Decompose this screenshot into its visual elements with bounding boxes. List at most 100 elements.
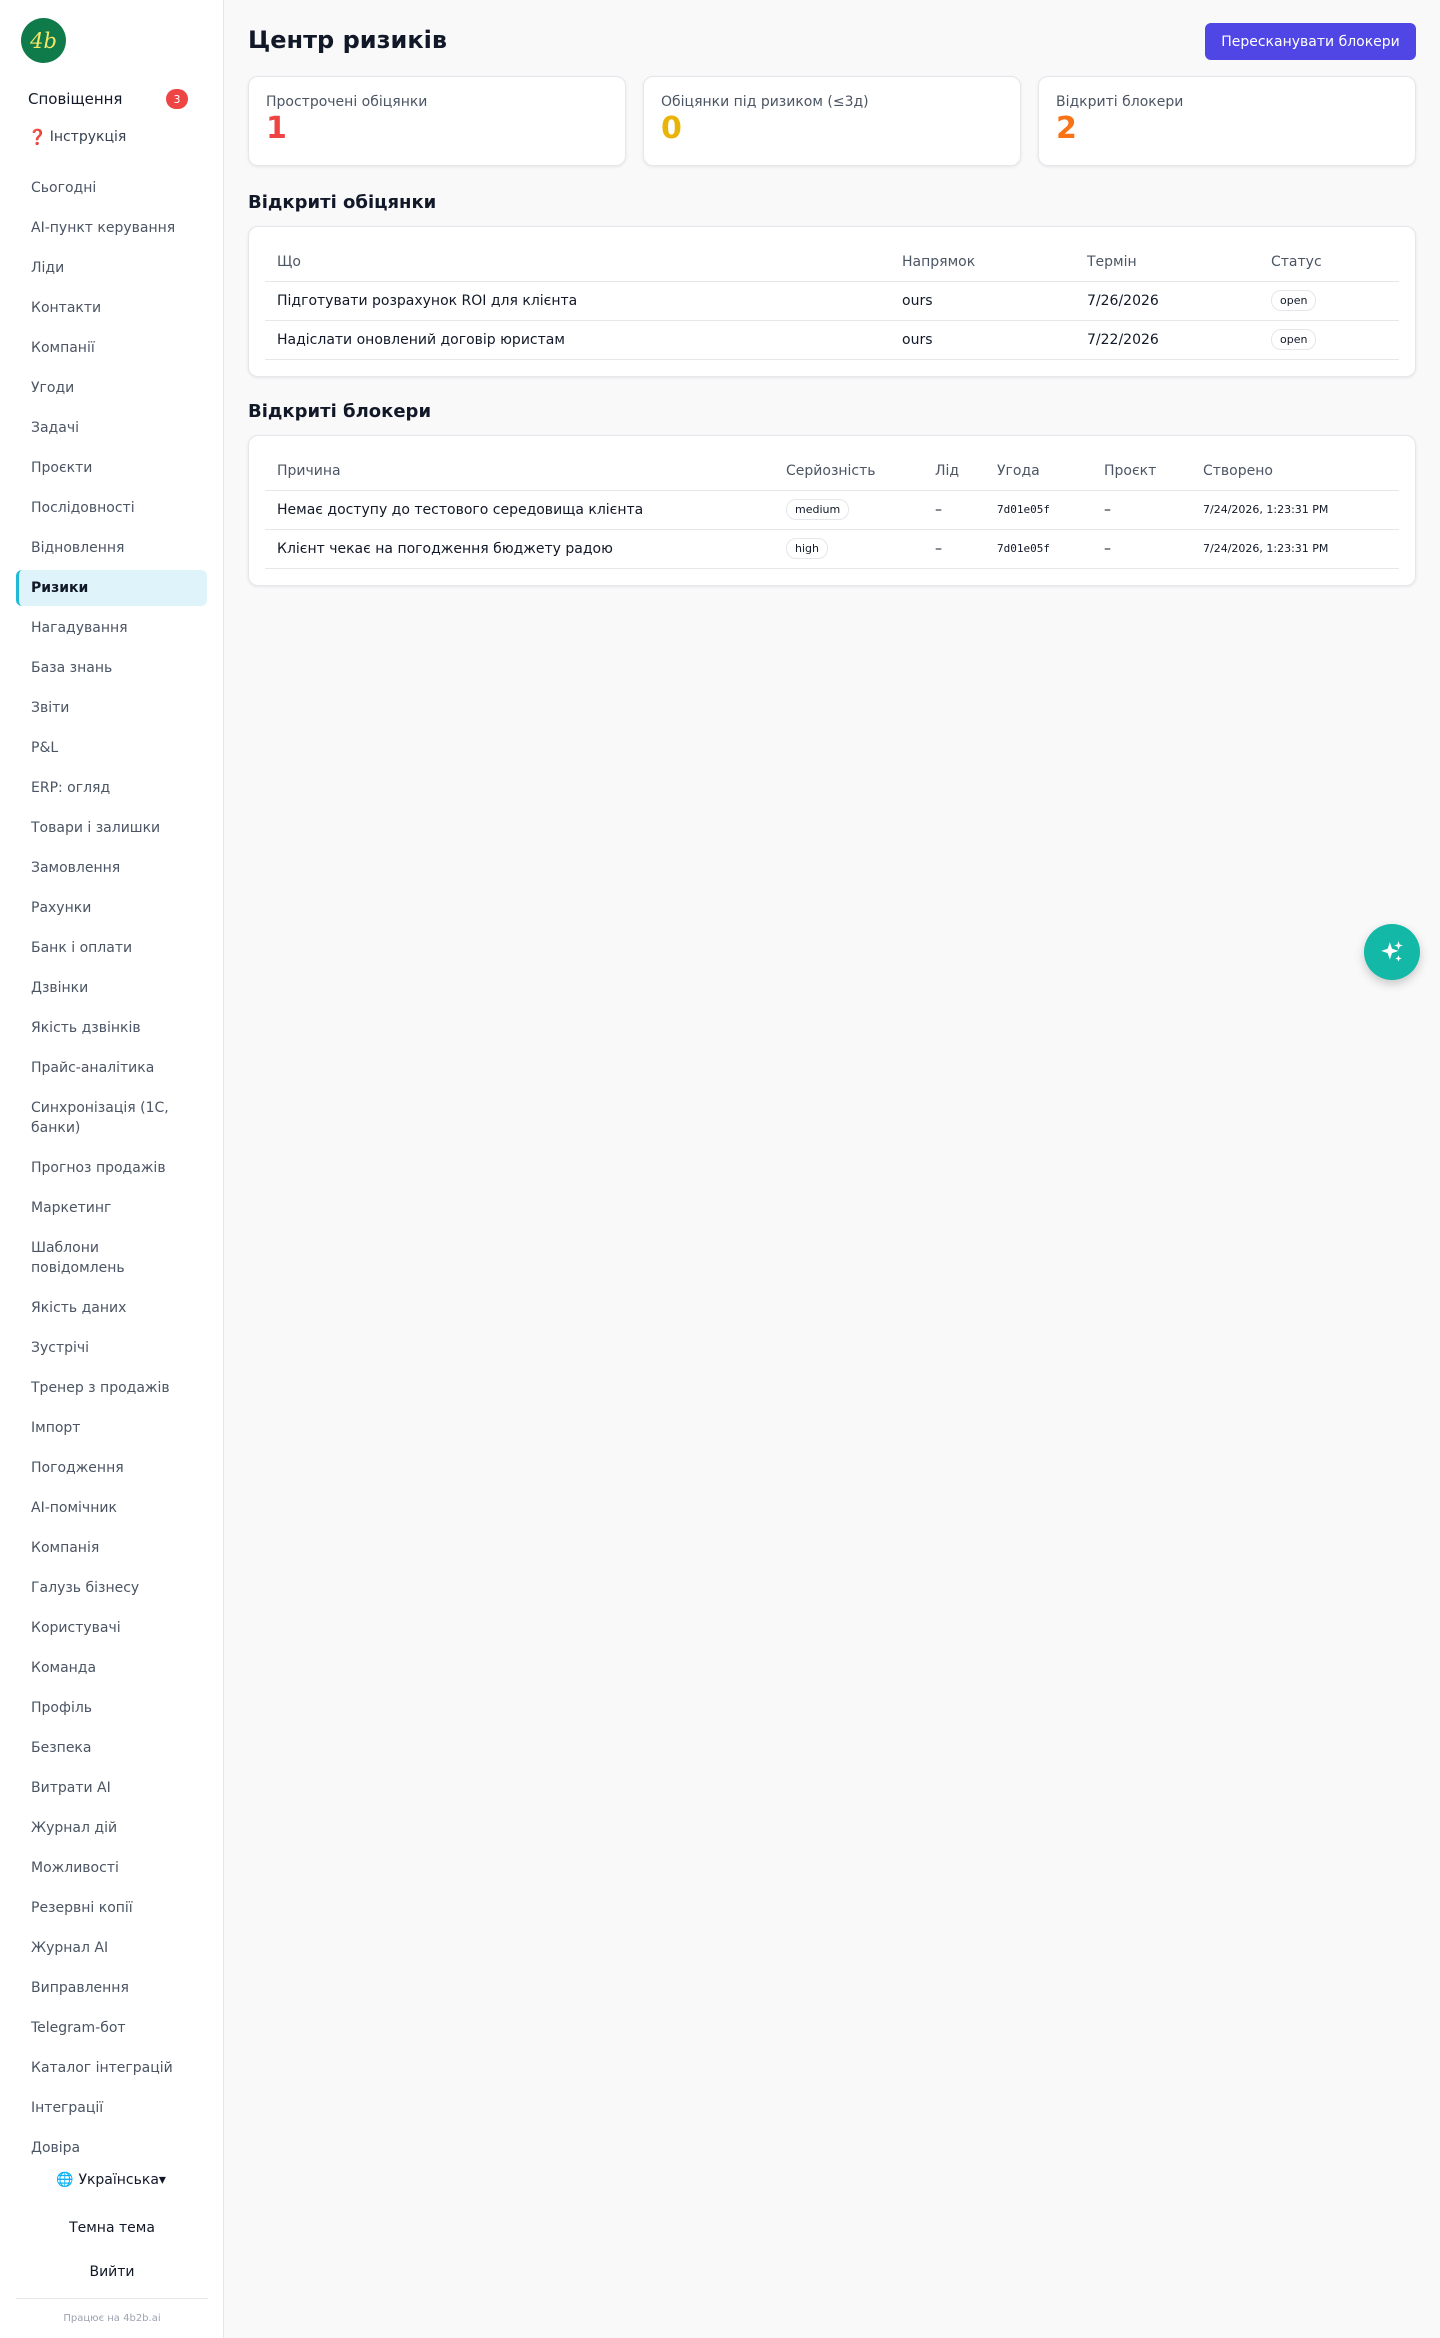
sidebar-item-42[interactable]: Резервні копії: [16, 1888, 207, 1928]
sidebar-item-15[interactable]: ERP: огляд: [16, 768, 207, 808]
column-header: Напрямок: [890, 243, 1075, 282]
notifications-link[interactable]: Сповіщення 3: [18, 86, 196, 112]
blocker-created: 7/24/2026, 1:23:31 PM: [1191, 529, 1399, 569]
sidebar-item-36[interactable]: Команда: [16, 1648, 207, 1688]
sidebar-item-9[interactable]: Відновлення: [16, 528, 207, 568]
sidebar-item-22[interactable]: Прайс-аналітика: [16, 1048, 207, 1088]
page-title: Центр ризиків: [248, 26, 448, 54]
sidebar-item-17[interactable]: Замовлення: [16, 848, 207, 888]
sidebar-item-0[interactable]: Сьогодні: [16, 168, 207, 208]
sidebar-item-44[interactable]: Виправлення: [16, 1968, 207, 2008]
logo[interactable]: 4b: [21, 18, 66, 63]
language-select[interactable]: 🌐 Українська▾: [56, 2172, 166, 2188]
sidebar-item-23[interactable]: Синхронізація (1С, банки): [16, 1088, 207, 1148]
table-header-row: Причина Серйозність Лід Угода Проєкт Ств…: [265, 452, 1399, 491]
blocker-deal-link[interactable]: 7d01e05f: [985, 529, 1092, 569]
sidebar-item-4[interactable]: Компанії: [16, 328, 207, 368]
column-header: Угода: [985, 452, 1092, 491]
sidebar-item-43[interactable]: Журнал AI: [16, 1928, 207, 1968]
kpi-value: 1: [266, 111, 287, 146]
sidebar-item-6[interactable]: Задачі: [16, 408, 207, 448]
column-header: Що: [265, 243, 890, 282]
kpi-label: Обіцянки під ризиком (≤3д): [661, 94, 869, 110]
sidebar-item-32[interactable]: AI-помічник: [16, 1488, 207, 1528]
sidebar-item-25[interactable]: Маркетинг: [16, 1188, 207, 1228]
table-row[interactable]: Немає доступу до тестового середовища кл…: [265, 490, 1399, 530]
sidebar-item-13[interactable]: Звіти: [16, 688, 207, 728]
sidebar-item-5[interactable]: Угоди: [16, 368, 207, 408]
sidebar-item-21[interactable]: Якість дзвінків: [16, 1008, 207, 1048]
sidebar-item-10[interactable]: Ризики: [16, 570, 207, 606]
blocker-created: 7/24/2026, 1:23:31 PM: [1191, 490, 1399, 530]
promise-status-cell: open: [1259, 320, 1399, 360]
sidebar-item-38[interactable]: Безпека: [16, 1728, 207, 1768]
sidebar-item-39[interactable]: Витрати AI: [16, 1768, 207, 1808]
kpi-label: Прострочені обіцянки: [266, 94, 428, 110]
sidebar-item-34[interactable]: Галузь бізнесу: [16, 1568, 207, 1608]
chevron-down-icon: ▾: [158, 2172, 166, 2188]
severity-badge: medium: [786, 499, 850, 520]
column-header: Статус: [1259, 243, 1399, 282]
sidebar-item-24[interactable]: Прогноз продажів: [16, 1148, 207, 1188]
promise-what: Надіслати оновлений договір юристам: [265, 320, 890, 360]
notifications-label: Сповіщення: [28, 90, 123, 108]
column-header: Серйозність: [774, 452, 923, 491]
sidebar-item-16[interactable]: Товари і залишки: [16, 808, 207, 848]
promises-section-title: Відкриті обіцянки: [248, 192, 437, 213]
table-row[interactable]: Надіслати оновлений договір юристам ours…: [265, 320, 1399, 360]
rescan-blockers-button[interactable]: Пересканувати блокери: [1205, 23, 1416, 60]
sidebar-item-37[interactable]: Профіль: [16, 1688, 207, 1728]
sidebar-item-45[interactable]: Telegram-бот: [16, 2008, 207, 2048]
blocker-project: –: [1092, 490, 1191, 530]
sidebar-item-27[interactable]: Якість даних: [16, 1288, 207, 1328]
sidebar-item-31[interactable]: Погодження: [16, 1448, 207, 1488]
sidebar-item-14[interactable]: P&L: [16, 728, 207, 768]
blockers-section-title: Відкриті блокери: [248, 401, 432, 422]
sidebar-item-28[interactable]: Зустрічі: [16, 1328, 207, 1368]
sidebar-item-8[interactable]: Послідовності: [16, 488, 207, 528]
kpi-card-overdue: Прострочені обіцянки 1: [248, 76, 626, 166]
logout-button[interactable]: Вийти: [18, 2256, 206, 2288]
sidebar-nav: Сьогодні AI-пункт керування Ліди Контакти Ко…: [16, 168, 207, 2168]
sidebar-item-33[interactable]: Компанія: [16, 1528, 207, 1568]
blockers-card: Причина Серйозність Лід Угода Проєкт Ств…: [248, 435, 1416, 586]
table-header-row: Що Напрямок Термін Статус: [265, 243, 1399, 282]
sidebar-item-48[interactable]: Довіра: [16, 2128, 207, 2168]
sidebar-item-1[interactable]: AI-пункт керування: [16, 208, 207, 248]
blocker-reason: Немає доступу до тестового середовища кл…: [265, 490, 774, 530]
sidebar-item-7[interactable]: Проєкти: [16, 448, 207, 488]
blocker-deal-link[interactable]: 7d01e05f: [985, 490, 1092, 530]
sparkles-icon: [1381, 941, 1403, 962]
promise-status-cell: open: [1259, 281, 1399, 321]
kpi-value: 0: [661, 111, 682, 146]
column-header: Проєкт: [1092, 452, 1191, 491]
sidebar: 4b Сповіщення 3 ❓ Інструкція Сьогодні AI-…: [0, 0, 224, 2338]
sidebar-item-30[interactable]: Імпорт: [16, 1408, 207, 1448]
table-row[interactable]: Підготувати розрахунок ROI для клієнта o…: [265, 281, 1399, 321]
theme-toggle-button[interactable]: Темна тема: [18, 2212, 206, 2244]
sidebar-item-3[interactable]: Контакти: [16, 288, 207, 328]
sidebar-item-47[interactable]: Інтеграції: [16, 2088, 207, 2128]
sidebar-item-12[interactable]: База знань: [16, 648, 207, 688]
sidebar-item-19[interactable]: Банк і оплати: [16, 928, 207, 968]
column-header: Термін: [1075, 243, 1259, 282]
sidebar-item-46[interactable]: Каталог інтеграцій: [16, 2048, 207, 2088]
sidebar-item-40[interactable]: Журнал дій: [16, 1808, 207, 1848]
promise-due: 7/26/2026: [1075, 281, 1259, 321]
sidebar-item-35[interactable]: Користувачі: [16, 1608, 207, 1648]
sidebar-item-2[interactable]: Ліди: [16, 248, 207, 288]
column-header: Лід: [923, 452, 985, 491]
kpi-card-at-risk: Обіцянки під ризиком (≤3д) 0: [643, 76, 1021, 166]
sidebar-item-29[interactable]: Тренер з продажів: [16, 1368, 207, 1408]
sidebar-item-41[interactable]: Можливості: [16, 1848, 207, 1888]
sidebar-item-26[interactable]: Шаблони повідомлень: [16, 1228, 207, 1288]
sidebar-item-11[interactable]: Нагадування: [16, 608, 207, 648]
blocker-severity-cell: medium: [774, 490, 923, 530]
help-link[interactable]: ❓ Інструкція: [28, 128, 126, 146]
ai-assistant-fab[interactable]: [1364, 924, 1420, 980]
table-row[interactable]: Клієнт чекає на погодження бюджету радою…: [265, 529, 1399, 569]
sidebar-item-20[interactable]: Дзвінки: [16, 968, 207, 1008]
promises-table: Що Напрямок Термін Статус Підготувати ро…: [265, 243, 1399, 360]
sidebar-item-18[interactable]: Рахунки: [16, 888, 207, 928]
blockers-table: Причина Серйозність Лід Угода Проєкт Ств…: [265, 452, 1399, 569]
